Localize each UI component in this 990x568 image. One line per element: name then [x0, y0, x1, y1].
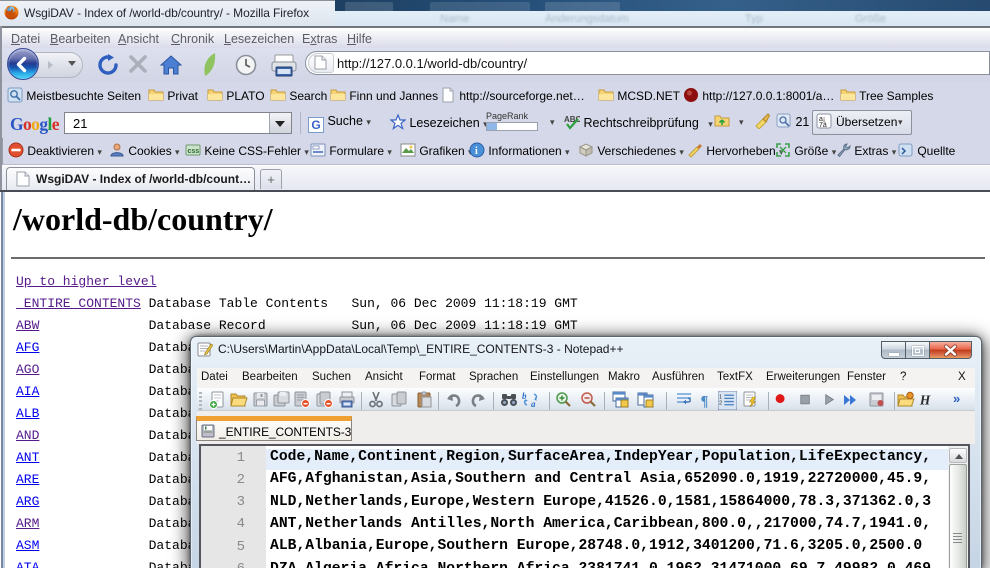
svg-text:7ä: 7ä [819, 122, 827, 129]
svg-text:a: a [531, 399, 536, 409]
svg-text:H: H [919, 392, 931, 407]
svg-text:2: 2 [719, 401, 722, 407]
svg-text:¶: ¶ [701, 393, 709, 409]
svg-text:css: css [188, 148, 200, 155]
svg-text:i: i [475, 146, 478, 157]
svg-text:b: b [522, 391, 527, 401]
svg-text:1: 1 [719, 394, 722, 400]
